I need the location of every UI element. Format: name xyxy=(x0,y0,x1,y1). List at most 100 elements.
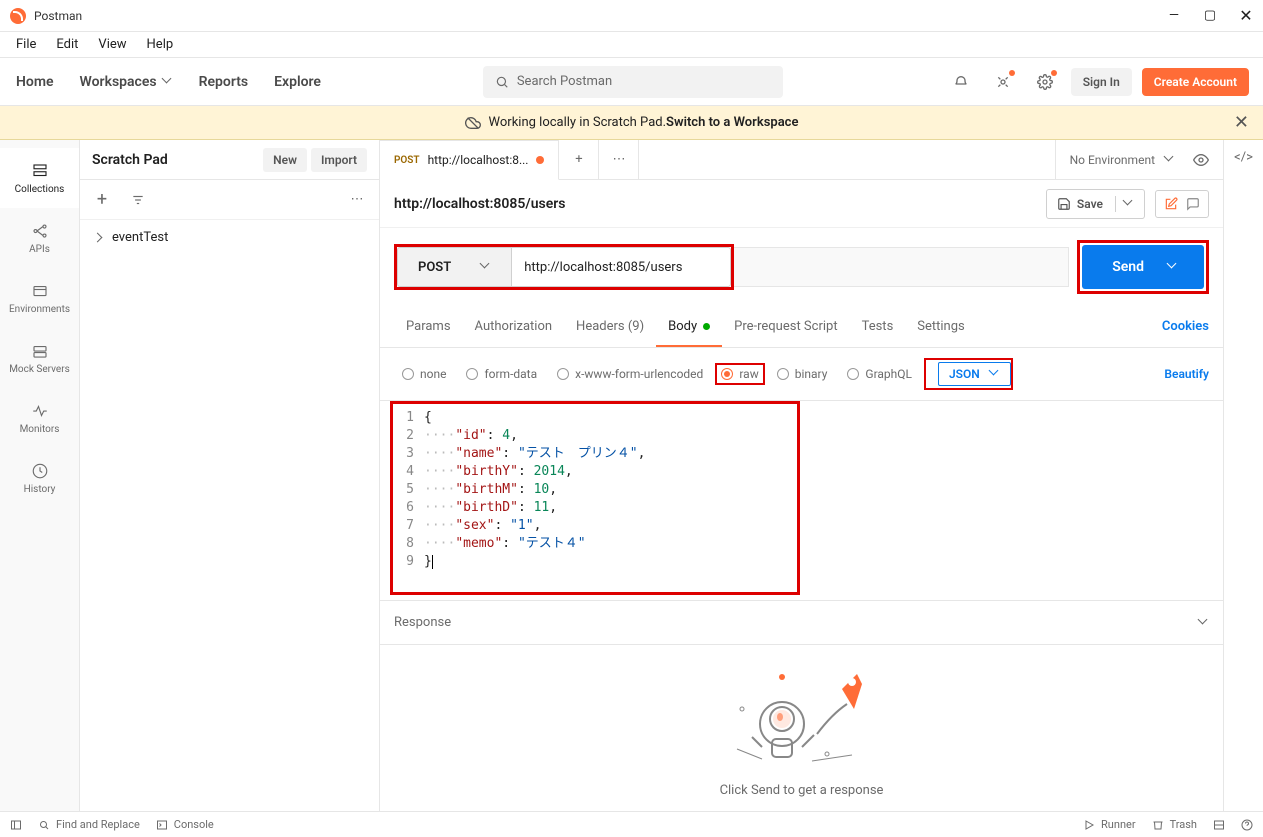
dock-monitors[interactable]: Monitors xyxy=(0,388,79,448)
runner[interactable]: Runner xyxy=(1083,818,1136,831)
chevron-down-icon xyxy=(1199,618,1209,628)
tab-params[interactable]: Params xyxy=(394,308,463,345)
nav-reports[interactable]: Reports xyxy=(199,74,249,90)
main-panel: POST http://localhost:8... + ⋯ No Enviro… xyxy=(380,140,1223,811)
environment-selector[interactable]: No Environment xyxy=(1055,140,1223,179)
response-label: Response xyxy=(394,615,451,630)
chevron-down-icon xyxy=(1124,199,1134,209)
dock-collections[interactable]: Collections xyxy=(0,148,79,208)
chevron-down-icon xyxy=(1165,155,1175,165)
settings-icon[interactable] xyxy=(1029,66,1061,98)
dock-apis[interactable]: APIs xyxy=(0,208,79,268)
url-rest[interactable] xyxy=(734,247,1069,287)
sync-icon[interactable] xyxy=(945,66,977,98)
edit-icon[interactable] xyxy=(1164,197,1178,211)
chevron-down-icon xyxy=(1168,262,1178,272)
save-button[interactable]: Save xyxy=(1046,189,1145,219)
response-empty-state: Click Send to get a response xyxy=(380,645,1223,811)
body-active-dot-icon xyxy=(703,323,710,330)
response-header[interactable]: Response xyxy=(380,601,1223,645)
line-gutter: 123456789 xyxy=(380,407,424,594)
topbar-right: Sign In Create Account xyxy=(945,66,1249,98)
maximize-icon[interactable]: ▢ xyxy=(1203,8,1217,23)
request-line: POST http://localhost:8085/users Send xyxy=(380,228,1223,306)
beautify-link[interactable]: Beautify xyxy=(1164,367,1209,381)
eye-icon[interactable] xyxy=(1193,152,1209,168)
close-icon[interactable]: ✕ xyxy=(1239,6,1253,25)
bodytype-xwww[interactable]: x-www-form-urlencoded xyxy=(549,363,711,385)
filter-icon[interactable] xyxy=(124,186,152,214)
trash[interactable]: Trash xyxy=(1152,818,1197,831)
top-nav: Home Workspaces Reports Explore xyxy=(16,74,321,90)
astronaut-illustration xyxy=(712,659,892,769)
scratchpad-banner: Working locally in Scratch Pad. Switch t… xyxy=(0,106,1263,140)
window-title: Postman xyxy=(34,9,82,23)
nav-home[interactable]: Home xyxy=(16,74,54,90)
tab-authorization[interactable]: Authorization xyxy=(463,308,565,345)
menu-file[interactable]: File xyxy=(8,34,44,55)
url-input[interactable]: http://localhost:8085/users xyxy=(511,247,731,287)
search-placeholder: Search Postman xyxy=(517,74,612,89)
titlebar: Postman ― ▢ ✕ xyxy=(0,0,1263,32)
statusbar: Find and Replace Console Runner Trash xyxy=(0,811,1263,837)
bodytype-none[interactable]: none xyxy=(394,363,454,385)
bodytype-graphql[interactable]: GraphQL xyxy=(839,363,920,385)
tab-settings[interactable]: Settings xyxy=(905,308,976,345)
content-type-select[interactable]: JSON xyxy=(938,362,1011,386)
topbar: Home Workspaces Reports Explore Search P… xyxy=(0,58,1263,106)
comment-icon[interactable] xyxy=(1186,197,1200,211)
method-select[interactable]: POST xyxy=(397,247,511,287)
tab-tests[interactable]: Tests xyxy=(850,308,906,345)
menu-help[interactable]: Help xyxy=(139,34,182,55)
layout-icon[interactable] xyxy=(1213,818,1225,831)
new-button[interactable]: New xyxy=(263,148,307,172)
tab-headers[interactable]: Headers (9) xyxy=(564,308,656,345)
send-button[interactable]: Send xyxy=(1082,245,1204,289)
body-editor[interactable]: 123456789 { ····"id": 4, ····"name": "テス… xyxy=(380,401,1223,601)
bodytype-binary[interactable]: binary xyxy=(769,363,836,385)
menu-view[interactable]: View xyxy=(90,34,134,55)
tab-method: POST xyxy=(394,155,420,166)
nav-workspaces[interactable]: Workspaces xyxy=(80,74,173,90)
unsaved-dot-icon xyxy=(536,156,544,164)
console[interactable]: Console xyxy=(156,818,214,831)
dock-environments[interactable]: Environments xyxy=(0,268,79,328)
dock-mock-servers[interactable]: Mock Servers xyxy=(0,328,79,388)
tab-prerequest[interactable]: Pre-request Script xyxy=(722,308,849,345)
code-icon[interactable]: </> xyxy=(1234,150,1253,165)
cookies-link[interactable]: Cookies xyxy=(1162,319,1209,334)
find-replace[interactable]: Find and Replace xyxy=(38,818,140,831)
bodytype-formdata[interactable]: form-data xyxy=(458,363,545,385)
signin-button[interactable]: Sign In xyxy=(1071,68,1132,96)
request-tab[interactable]: POST http://localhost:8... xyxy=(380,140,559,180)
window-controls: ― ▢ ✕ xyxy=(1167,6,1253,25)
tab-body[interactable]: Body xyxy=(656,308,722,347)
banner-close-icon[interactable]: ✕ xyxy=(1234,112,1249,133)
code-content[interactable]: { ····"id": 4, ····"name": "テスト プリン４", ·… xyxy=(424,407,1209,594)
bodytype-raw[interactable]: raw xyxy=(715,363,764,385)
menu-edit[interactable]: Edit xyxy=(48,34,86,55)
satellite-icon[interactable] xyxy=(987,66,1019,98)
dock-history[interactable]: History xyxy=(0,448,79,508)
tab-options-icon[interactable]: ⋯ xyxy=(599,140,639,179)
help-icon[interactable] xyxy=(1241,818,1253,831)
banner-link[interactable]: Switch to a Workspace xyxy=(666,115,798,130)
menubar: File Edit View Help xyxy=(0,32,1263,58)
request-name: http://localhost:8085/users xyxy=(394,196,566,212)
sidebar-toggle-icon[interactable] xyxy=(10,819,22,831)
nav-explore[interactable]: Explore xyxy=(274,74,321,90)
request-section-tabs: Params Authorization Headers (9) Body Pr… xyxy=(380,306,1223,348)
more-icon[interactable]: ⋯ xyxy=(343,186,371,214)
new-tab-button[interactable]: + xyxy=(559,140,599,179)
create-account-button[interactable]: Create Account xyxy=(1142,68,1249,96)
chevron-down-icon xyxy=(990,369,1000,379)
method-url-box: POST http://localhost:8085/users xyxy=(394,244,734,290)
minimize-icon[interactable]: ― xyxy=(1167,8,1181,23)
search-input[interactable]: Search Postman xyxy=(483,66,783,98)
chevron-down-icon xyxy=(481,262,491,272)
search-icon xyxy=(495,75,509,89)
add-icon[interactable]: + xyxy=(88,186,116,214)
request-actions xyxy=(1155,190,1209,218)
import-button[interactable]: Import xyxy=(311,148,367,172)
collection-item[interactable]: eventTest xyxy=(80,220,379,255)
